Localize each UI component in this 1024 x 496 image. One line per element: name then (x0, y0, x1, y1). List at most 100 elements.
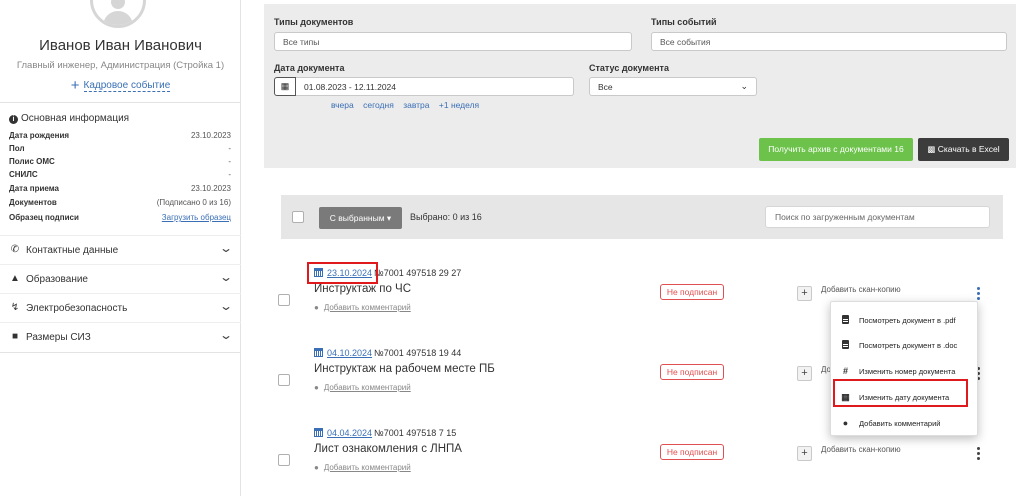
add-scan-button[interactable]: + Добавить скан-копию (797, 445, 901, 461)
quick-date-tomorrow[interactable]: завтра (403, 100, 429, 110)
bulk-actions-button[interactable]: С выбранным ▾ (319, 207, 402, 229)
export-excel-label: Скачать в Excel (937, 144, 1000, 154)
filters-panel: Типы документов Все типы Типы событий Вс… (264, 4, 1016, 168)
file-pdf-icon (841, 315, 850, 326)
info-row-birthdate: Дата рождения 23.10.2023 (9, 131, 231, 142)
add-comment-label: Добавить комментарий (323, 383, 411, 392)
menu-item-view-pdf[interactable]: Посмотреть документ в .pdf (831, 307, 979, 333)
employee-sidebar: Иванов Иван Иванович Главный инженер, Ад… (0, 0, 241, 496)
info-value: 23.10.2023 (190, 184, 231, 193)
quick-date-week[interactable]: +1 неделя (439, 100, 479, 110)
info-value: - (228, 144, 231, 153)
calendar-icon: ▦ (280, 81, 290, 91)
comments-icon: ● (314, 303, 319, 312)
quick-date-yesterday[interactable]: вчера (331, 100, 354, 110)
document-date: 04.10.2024 №7001 497518 19 44 (314, 348, 461, 358)
doc-types-select[interactable]: Все типы (274, 32, 632, 51)
info-value: 23.10.2023 (190, 131, 231, 140)
export-excel-button[interactable]: ▩ Скачать в Excel (918, 138, 1009, 161)
calendar-icon (314, 348, 323, 357)
basic-info-title: i Основная информация (9, 113, 129, 124)
menu-item-label: Изменить номер документа (859, 367, 956, 376)
more-options-icon[interactable] (976, 447, 982, 461)
plus-icon: + (797, 446, 812, 461)
section-label: Контактные данные (26, 245, 119, 256)
avatar-head-shape (111, 0, 125, 9)
info-row-signature: Образец подписи Загрузить образец (9, 213, 231, 224)
employee-role: Главный инженер, Администрация (Стройка … (16, 60, 225, 71)
document-number: №7001 497518 19 44 (374, 348, 462, 358)
quick-date-today[interactable]: сегодня (363, 100, 394, 110)
document-number: №7001 497518 29 27 (374, 268, 462, 278)
hashtag-icon: # (842, 366, 848, 376)
hr-event-label: Кадровое событие (83, 80, 171, 92)
status-badge: Не подписан (660, 364, 724, 380)
status-badge: Не подписан (660, 284, 724, 300)
info-key: Дата рождения (9, 131, 70, 140)
info-row-gender: Пол - (9, 144, 231, 155)
calendar-button[interactable]: ▦ (274, 77, 296, 96)
menu-item-label: Посмотреть документ в .doc (859, 341, 958, 350)
documents-toolbar: С выбранным ▾ Выбрано: 0 из 16 Поиск по … (281, 195, 1003, 239)
menu-item-label: Посмотреть документ в .pdf (859, 316, 956, 325)
info-key: Образец подписи (9, 213, 79, 222)
add-comment-link[interactable]: ● Добавить комментарий (314, 463, 411, 472)
document-title[interactable]: Лист ознакомления с ЛНПА (314, 443, 462, 455)
add-scan-label: Добавить скан-копию (821, 285, 901, 294)
document-checkbox[interactable] (278, 454, 290, 466)
plus-icon: + (797, 366, 812, 381)
info-value: - (228, 157, 231, 166)
document-date-link[interactable]: 04.04.2024 (327, 428, 372, 438)
menu-item-view-doc[interactable]: Посмотреть документ в .doc (831, 332, 979, 358)
add-comment-link[interactable]: ● Добавить комментарий (314, 303, 411, 312)
document-date-link[interactable]: 04.10.2024 (327, 348, 372, 358)
document-number: №7001 497518 7 15 (374, 428, 457, 438)
add-scan-label: Добавить скан-копию (821, 445, 901, 454)
avatar (90, 0, 146, 28)
document-title[interactable]: Инструктаж на рабочем месте ПБ (314, 363, 495, 375)
add-scan-button[interactable]: + До (797, 365, 831, 381)
document-checkbox[interactable] (278, 294, 290, 306)
highlight-box (833, 379, 968, 407)
info-row-hire-date: Дата приема 23.10.2023 (9, 184, 231, 195)
comments-icon: ● (842, 418, 849, 428)
add-comment-link[interactable]: ● Добавить комментарий (314, 383, 411, 392)
info-row-oms: Полис ОМС - (9, 157, 231, 168)
menu-item-label: Добавить комментарий (859, 419, 941, 428)
get-archive-button[interactable]: Получить архив с документами 16 (759, 138, 913, 161)
highlight-box (307, 262, 378, 284)
file-word-icon (841, 340, 850, 351)
add-scan-button[interactable]: + Добавить скан-копию (797, 285, 901, 301)
info-key: Дата приема (9, 184, 59, 193)
chevron-down-icon: ⌄ (740, 81, 748, 91)
comments-icon: ● (314, 383, 319, 392)
document-title[interactable]: Инструктаж по ЧС (314, 283, 411, 295)
info-key: Полис ОМС (9, 157, 55, 166)
selected-count: Выбрано: 0 из 16 (410, 212, 482, 222)
documents-search-input[interactable]: Поиск по загруженным документам (765, 206, 990, 228)
event-types-select[interactable]: Все события (651, 32, 1007, 51)
document-actions-menu: Посмотреть документ в .pdf Посмотреть до… (830, 301, 978, 436)
doc-date-input[interactable]: 01.08.2023 - 12.11.2024 (296, 77, 574, 96)
plus-icon: + (797, 286, 812, 301)
info-key: СНИЛС (9, 170, 38, 179)
info-row-documents: Документов (Подписано 0 из 16) (9, 198, 231, 209)
more-options-icon[interactable] (976, 287, 982, 301)
select-all-checkbox[interactable] (292, 211, 304, 223)
upload-signature-link[interactable]: Загрузить образец (162, 213, 231, 222)
menu-item-add-comment[interactable]: ● Добавить комментарий (831, 410, 979, 436)
status-value: Все (598, 82, 613, 92)
divider (0, 102, 241, 103)
employee-name: Иванов Иван Иванович (39, 37, 202, 54)
hr-event-link[interactable]: + Кадровое событие (0, 77, 241, 94)
chevron-down-icon: ⌄ (218, 241, 234, 255)
doc-date-label: Дата документа (274, 63, 345, 73)
basic-info-label: Основная информация (21, 113, 130, 124)
status-select[interactable]: Все ⌄ (589, 77, 757, 96)
add-comment-label: Добавить комментарий (323, 463, 411, 472)
document-checkbox[interactable] (278, 374, 290, 386)
status-badge: Не подписан (660, 444, 724, 460)
calendar-icon (314, 428, 323, 437)
section-contacts[interactable]: ✆ Контактные данные ⌄ (0, 235, 241, 264)
plus-icon: + (70, 77, 80, 94)
